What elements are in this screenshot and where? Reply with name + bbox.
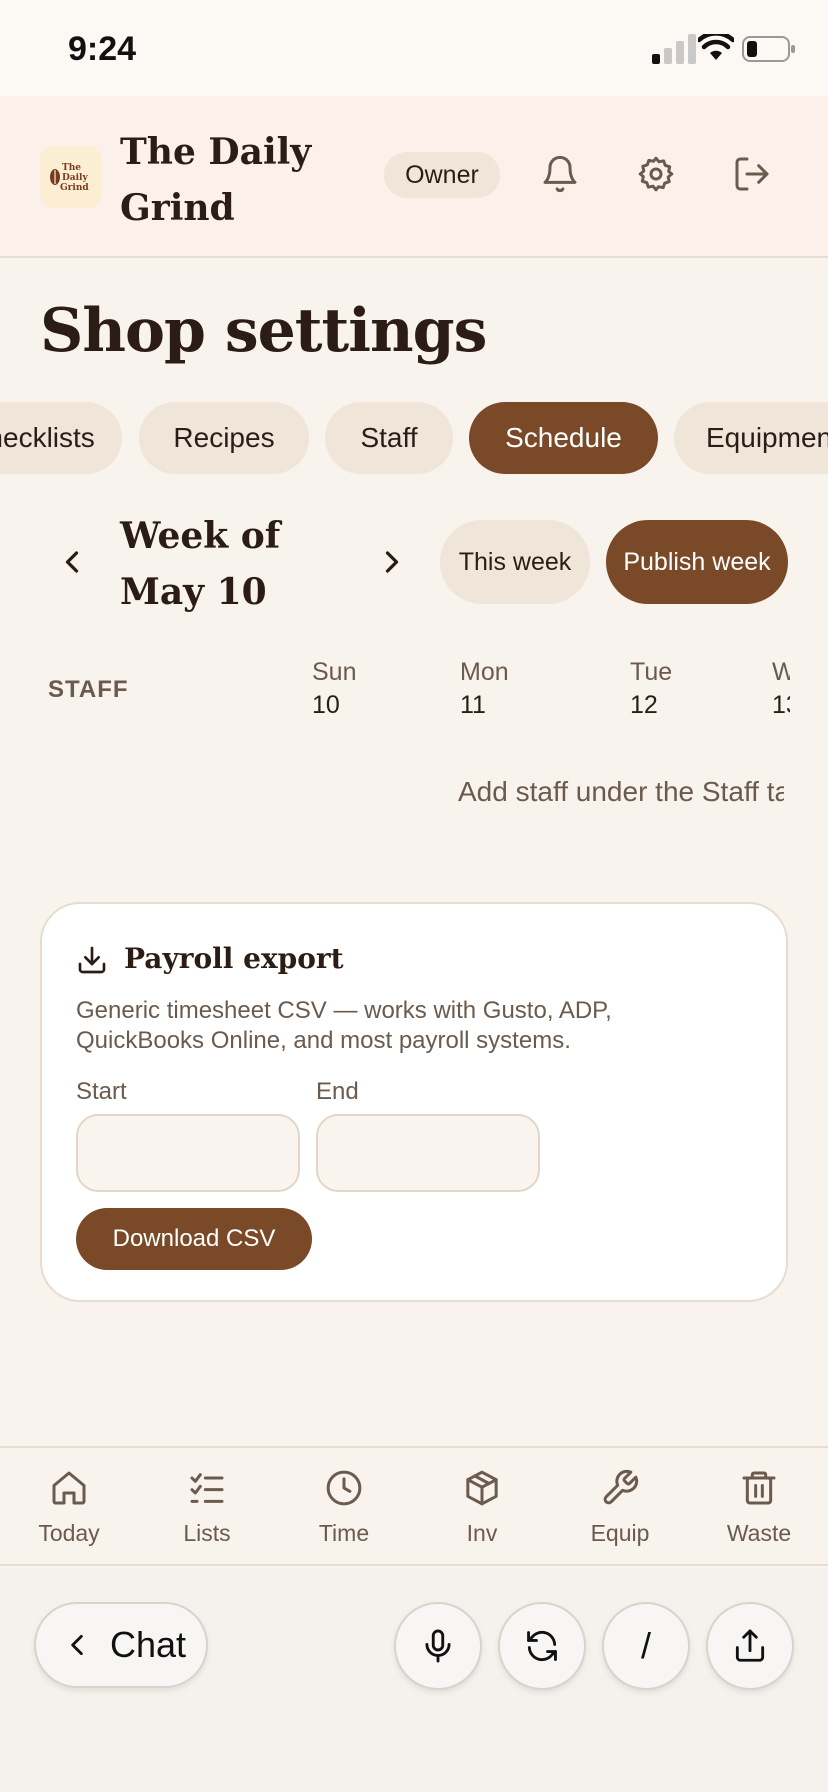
day-name: Tue	[630, 658, 673, 686]
day-name: Sun	[312, 658, 357, 686]
nav-item-inv[interactable]: Inv	[422, 1468, 542, 1558]
battery-icon	[742, 36, 795, 62]
chat-toolbar: Chat /	[0, 1568, 828, 1792]
day-date: 11	[460, 691, 486, 719]
payroll-description: Generic timesheet CSV — works with Gusto…	[76, 997, 612, 1054]
slash-label: /	[640, 1625, 651, 1666]
day-date: 13	[772, 691, 790, 719]
download-icon	[78, 946, 106, 974]
empty-message-text: Add staff under the Staff tab.	[458, 776, 784, 807]
day-name: Wed	[772, 658, 790, 686]
download-csv-button[interactable]: Download CSV	[76, 1208, 312, 1270]
logo-word-3: Grind	[60, 183, 89, 193]
bell-icon[interactable]	[540, 154, 580, 194]
home-icon	[52, 1471, 86, 1505]
day-column-sun: Sun 10	[312, 658, 356, 720]
role-badge: Owner	[384, 152, 500, 198]
nav-label: Equip	[590, 1520, 650, 1546]
day-column-wed: Wed 13	[772, 658, 790, 720]
day-name: Mon	[460, 658, 509, 686]
chat-label: Chat	[110, 1624, 187, 1665]
tab-equipment[interactable]: Equipment	[674, 402, 828, 474]
payroll-export-card: Payroll export Generic timesheet CSV — w…	[40, 902, 788, 1302]
status-bar: 9:24	[0, 0, 828, 96]
mic-button[interactable]	[394, 1602, 482, 1690]
clock-icon	[326, 1470, 362, 1506]
day-column-tue: Tue 12	[630, 658, 672, 720]
bottom-nav: Today Lists Time Inv Equip Waste	[0, 1446, 828, 1566]
settings-tabs: Checklists Recipes Staff Schedule Equipm…	[0, 402, 828, 474]
tab-label: Schedule	[505, 422, 622, 453]
staff-column-header: STAFF	[48, 676, 129, 703]
share-icon	[735, 1629, 765, 1662]
trash-icon	[742, 1471, 776, 1505]
this-week-button[interactable]: This week	[440, 520, 590, 604]
nav-item-waste[interactable]: Waste	[699, 1468, 819, 1558]
nav-label: Time	[318, 1520, 370, 1546]
tab-label: Recipes	[173, 422, 275, 453]
tab-label: Staff	[360, 422, 418, 453]
end-date-field[interactable]	[316, 1114, 540, 1192]
tab-recipes[interactable]: Recipes	[139, 402, 309, 474]
refresh-button[interactable]	[498, 1602, 586, 1690]
checklist-icon	[190, 1473, 224, 1503]
app-header: The Daily Grind The Daily Grind Owner	[0, 96, 828, 258]
box-icon	[466, 1470, 498, 1506]
status-time: 9:24	[68, 30, 137, 68]
nav-label: Lists	[183, 1520, 231, 1546]
refresh-icon	[527, 1630, 557, 1662]
start-date-field[interactable]	[76, 1114, 300, 1192]
end-label: End	[316, 1078, 359, 1105]
payroll-title: Payroll export	[124, 942, 344, 975]
gear-icon[interactable]	[636, 154, 676, 194]
wrench-icon	[603, 1469, 639, 1505]
nav-label: Waste	[726, 1520, 792, 1546]
week-title: Week of May 10	[120, 515, 281, 613]
tab-checklists[interactable]: Checklists	[0, 402, 122, 474]
mic-icon	[425, 1629, 451, 1663]
nav-label: Inv	[466, 1520, 498, 1546]
page-title: Shop settings	[40, 296, 487, 366]
publish-week-button[interactable]: Publish week	[606, 520, 788, 604]
slash-command-button[interactable]: /	[602, 1602, 690, 1690]
chevron-right-icon[interactable]	[374, 544, 410, 580]
tab-staff[interactable]: Staff	[325, 402, 453, 474]
share-button[interactable]	[706, 1602, 794, 1690]
start-label: Start	[76, 1078, 127, 1105]
nav-item-today[interactable]: Today	[9, 1468, 129, 1558]
day-date: 10	[312, 691, 340, 719]
day-date: 12	[630, 691, 658, 719]
logo-word-2: Daily	[62, 173, 88, 183]
brand-name: The Daily Grind	[120, 131, 312, 229]
chat-button[interactable]: Chat	[34, 1602, 208, 1688]
chevron-left-icon[interactable]	[54, 544, 90, 580]
nav-item-time[interactable]: Time	[284, 1468, 404, 1558]
schedule-grid-header: STAFF Sun 10 Mon 11 Tue 12 Wed 13	[0, 656, 790, 736]
logout-icon[interactable]	[732, 154, 772, 194]
tab-label: Checklists	[0, 422, 95, 453]
chevron-left-icon	[71, 1634, 83, 1656]
nav-label: Today	[38, 1520, 100, 1546]
day-column-mon: Mon 11	[460, 658, 509, 720]
nav-item-lists[interactable]: Lists	[147, 1468, 267, 1558]
empty-schedule-message: Add staff under the Staff tab.	[0, 776, 784, 808]
nav-item-equip[interactable]: Equip	[560, 1468, 680, 1558]
tab-schedule[interactable]: Schedule	[469, 402, 658, 474]
logo-word-1: The	[62, 163, 81, 173]
tab-label: Equipment	[706, 422, 828, 453]
shop-logo: The Daily Grind	[40, 146, 102, 208]
wifi-icon	[698, 34, 734, 60]
